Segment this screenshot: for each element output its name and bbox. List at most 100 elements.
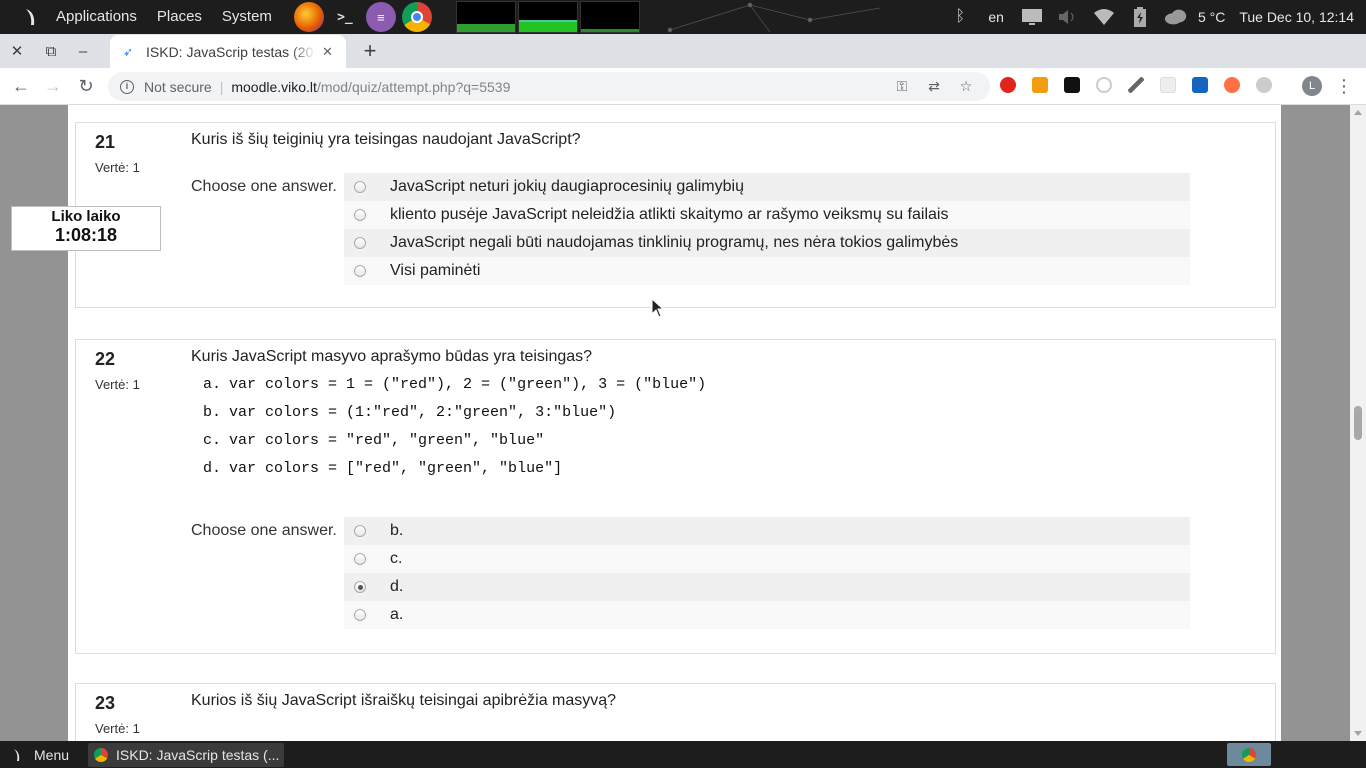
eyedropper-extension-icon[interactable] xyxy=(1128,77,1144,93)
mouse-pointer-icon xyxy=(651,298,665,318)
code-option: c. var colors = "red", "green", "blue" xyxy=(203,432,545,449)
answer-radio[interactable] xyxy=(354,237,366,249)
answer-radio[interactable] xyxy=(354,209,366,221)
answer-option[interactable]: b. xyxy=(344,517,1190,545)
taskbar-window-title: ISKD: JavaScrip testas (... xyxy=(116,746,280,763)
close-box-extension-icon[interactable] xyxy=(1064,77,1080,93)
answer-label[interactable]: a. xyxy=(390,606,403,624)
system-menu[interactable]: System xyxy=(212,0,282,34)
terminal-launcher-icon[interactable]: >_ xyxy=(329,2,360,32)
distro-logo-icon[interactable] xyxy=(22,7,42,27)
workspace-chrome-button[interactable] xyxy=(1227,743,1271,766)
grey-extension-icon[interactable] xyxy=(1256,77,1272,93)
menu-label: Menu xyxy=(34,746,70,763)
url-host[interactable]: moodle.viko.lt xyxy=(231,79,317,95)
answer-label[interactable]: d. xyxy=(390,578,403,596)
cpu-graph xyxy=(455,1,516,33)
taskbar-window-chrome[interactable]: ISKD: JavaScrip testas (... xyxy=(88,742,284,767)
weather-cloud-icon xyxy=(1164,6,1188,28)
answer-radio-checked[interactable] xyxy=(354,581,366,593)
browser-menu-icon[interactable]: ⋮ xyxy=(1334,73,1354,99)
question-22: 22 Vertė: 1 Kuris JavaScript masyvo apra… xyxy=(75,339,1276,654)
browser-tab-active[interactable]: ➶ ISKD: JavaScrip testas (20 ✕ xyxy=(110,35,346,68)
extensions-bar xyxy=(1000,77,1288,93)
code-option: d. var colors = ["red", "green", "blue"] xyxy=(203,460,563,477)
answer-label[interactable]: JavaScript negali būti naudojamas tinkli… xyxy=(390,234,958,252)
browser-tab-strip: ✕ ⧉ – ➶ ISKD: JavaScrip testas (20 ✕ + xyxy=(0,34,1366,68)
quiz-page: 21 Vertė: 1 Kuris iš šių teiginių yra te… xyxy=(68,105,1281,741)
omnibox-actions: ⚿ ⇄ ☆ xyxy=(886,72,982,101)
record-extension-icon[interactable] xyxy=(1096,77,1112,93)
key-icon[interactable]: ⚿ xyxy=(886,78,918,95)
back-arrow-icon[interactable]: ← xyxy=(6,71,36,101)
volume-icon[interactable] xyxy=(1056,6,1080,28)
places-menu[interactable]: Places xyxy=(147,0,212,34)
new-tab-plus-icon[interactable]: + xyxy=(356,34,384,68)
question-grade: Vertė: 1 xyxy=(95,160,140,175)
browser-toolbar: ← → ↻ i Not secure | moodle.viko.lt/mod/… xyxy=(0,68,1366,105)
profile-avatar[interactable]: L xyxy=(1302,76,1322,96)
orange-extension-icon[interactable] xyxy=(1224,77,1240,93)
answer-radio[interactable] xyxy=(354,553,366,565)
weather-temperature[interactable]: 5 °C xyxy=(1198,9,1225,25)
question-number: 22 xyxy=(95,349,116,369)
stats-extension-icon[interactable] xyxy=(1032,77,1048,93)
answer-option-selected[interactable]: d. xyxy=(344,573,1190,601)
keyboard-layout-indicator[interactable]: en xyxy=(988,9,1004,25)
bluetooth-icon[interactable]: ᛒ xyxy=(948,6,972,28)
answer-option[interactable]: kliento pusėje JavaScript neleidžia atli… xyxy=(344,201,1190,229)
answer-label[interactable]: Visi paminėti xyxy=(390,262,480,280)
chart-extension-icon[interactable] xyxy=(1192,77,1208,93)
start-menu-button[interactable]: Menu xyxy=(0,747,88,763)
url-path[interactable]: /mod/quiz/attempt.php?q=5539 xyxy=(317,79,510,95)
wifi-icon[interactable] xyxy=(1092,6,1116,28)
answer-option[interactable]: JavaScript neturi jokių daugiaprocesinių… xyxy=(344,173,1190,201)
display-icon[interactable] xyxy=(1020,6,1044,28)
answer-label[interactable]: kliento pusėje JavaScript neleidžia atli… xyxy=(390,206,948,224)
question-number: 23 xyxy=(95,693,116,713)
moodle-favicon-icon: ➶ xyxy=(122,44,134,59)
window-restore-icon[interactable]: ⧉ xyxy=(35,34,67,68)
answer-radio[interactable] xyxy=(354,181,366,193)
translate-icon[interactable]: ⇄ xyxy=(918,78,950,95)
bookmark-star-icon[interactable]: ☆ xyxy=(950,78,982,95)
scroll-up-arrow-icon[interactable] xyxy=(1354,110,1362,115)
scroll-down-arrow-icon[interactable] xyxy=(1354,731,1362,736)
choose-one-label: Choose one answer. xyxy=(191,522,337,539)
grid-extension-icon[interactable] xyxy=(1160,77,1176,93)
address-bar[interactable]: i Not secure | moodle.viko.lt/mod/quiz/a… xyxy=(108,72,990,101)
text-editor-launcher-icon[interactable]: ≡ xyxy=(365,2,396,32)
tab-close-icon[interactable]: ✕ xyxy=(322,44,333,60)
answer-option[interactable]: c. xyxy=(344,545,1190,573)
code-option: a. var colors = 1 = ("red"), 2 = ("green"… xyxy=(203,376,707,393)
not-secure-label[interactable]: Not secure xyxy=(144,79,212,95)
clock[interactable]: Tue Dec 10, 12:14 xyxy=(1239,9,1354,25)
answer-radio[interactable] xyxy=(354,265,366,277)
answer-label[interactable]: b. xyxy=(390,522,403,540)
code-options-list: a. var colors = 1 = ("red"), 2 = ("green"… xyxy=(203,371,706,483)
scrollbar-thumb[interactable] xyxy=(1354,406,1362,440)
answer-option[interactable]: a. xyxy=(344,601,1190,629)
question-text: Kurios iš šių JavaScript išraiškų teisin… xyxy=(191,692,617,709)
site-info-icon[interactable]: i xyxy=(120,79,134,94)
question-grade: Vertė: 1 xyxy=(95,377,140,392)
reload-icon[interactable]: ↻ xyxy=(71,71,101,101)
answer-label[interactable]: c. xyxy=(390,550,402,568)
answer-option[interactable]: JavaScript negali būti naudojamas tinkli… xyxy=(344,229,1190,257)
battery-icon[interactable] xyxy=(1128,6,1152,28)
answer-radio[interactable] xyxy=(354,525,366,537)
forward-arrow-icon[interactable]: → xyxy=(38,71,68,101)
timer-value: 1:08:18 xyxy=(54,225,118,245)
window-close-icon[interactable]: ✕ xyxy=(1,34,33,68)
applications-menu[interactable]: Applications xyxy=(46,0,147,34)
answer-label[interactable]: JavaScript neturi jokių daugiaprocesinių… xyxy=(390,178,744,196)
window-minimize-icon[interactable]: – xyxy=(67,34,99,68)
firefox-launcher-icon[interactable] xyxy=(293,2,324,32)
answer-radio[interactable] xyxy=(354,609,366,621)
menu-logo-icon xyxy=(14,748,20,761)
adblock-extension-icon[interactable] xyxy=(1000,77,1016,93)
chrome-launcher-icon[interactable] xyxy=(401,2,432,32)
page-scrollbar[interactable] xyxy=(1350,105,1366,741)
answer-option[interactable]: Visi paminėti xyxy=(344,257,1190,285)
top-panel: Applications Places System >_ ≡ ᛒ en 5 °… xyxy=(0,0,1366,34)
